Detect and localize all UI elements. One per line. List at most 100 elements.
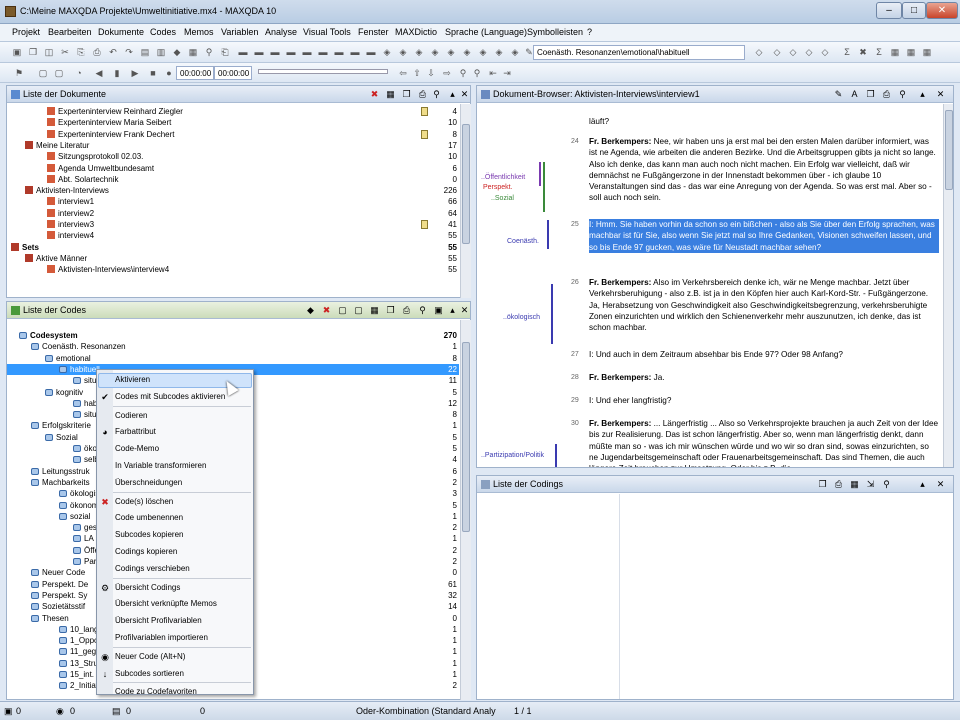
toolbar-icon-18[interactable]: ▬ [300,45,314,59]
menu-3[interactable]: Codes [150,27,176,37]
copy-icon[interactable]: ❐ [817,479,828,490]
menu-0[interactable]: Projekt [12,27,40,37]
coding-stripe[interactable] [555,444,557,467]
context-menu-item[interactable]: Codieren [115,410,147,422]
doc-row[interactable]: Experteninterview Frank Dechert [47,129,175,140]
coding-label[interactable]: ..Partizipation/Politik [481,452,544,459]
menu-1[interactable]: Bearbeiten [48,27,92,37]
menu-8[interactable]: Fenster [358,27,389,37]
toolbar-icon-21[interactable]: ▬ [348,45,362,59]
toolbar-icon-1[interactable]: ❐ [26,45,40,59]
context-menu-item[interactable]: Subcodes kopieren [115,529,184,541]
media-icon-14[interactable]: ⚲ [470,66,484,80]
code-row[interactable]: Sozial [45,432,78,443]
media-icon-15[interactable]: ⇤ [486,66,500,80]
search-icon[interactable]: ⚲ [897,89,908,100]
media-icon-0[interactable]: ⚑ [12,66,26,80]
code-row[interactable]: habituell [59,364,100,375]
toolbar-icon-9[interactable]: ▥ [154,45,168,59]
toolbar-icon-22[interactable]: ▬ [364,45,378,59]
memo-icon[interactable] [421,129,428,139]
maximize-button[interactable]: □ [902,2,926,19]
doc-row[interactable]: Experteninterview Maria Seibert [47,117,171,128]
toolbar-icon-7[interactable]: ↷ [122,45,136,59]
toolbar-icon-40[interactable]: Σ [872,45,886,59]
media-icon-9[interactable]: ⇦ [396,66,410,80]
context-menu-item[interactable]: Neuer Code (Alt+N) [115,651,185,663]
toolbar-icon-37[interactable]: ◇ [818,45,832,59]
toolbar-icon-27[interactable]: ◈ [444,45,458,59]
media-icon-4[interactable]: ◀ [92,66,106,80]
memo-icon[interactable] [421,107,428,116]
memo-icon[interactable] [421,220,428,229]
minimize-button[interactable]: – [876,2,902,19]
coding-label[interactable]: ..ökologisch [503,314,540,321]
menu-12[interactable]: ? [587,27,592,37]
memo-icon[interactable]: ▢ [337,305,348,316]
context-menu-item[interactable]: Code umbenennen [115,512,183,524]
toolbar-icon-8[interactable]: ▤ [138,45,152,59]
edit-icon[interactable]: ✎ [833,89,844,100]
context-menu-item[interactable]: Übersicht Codings [115,582,180,594]
scroll-thumb[interactable] [462,342,470,532]
code-row[interactable]: Thesen [31,613,69,624]
toolbar-icon-10[interactable]: ◆ [170,45,184,59]
code-row[interactable]: Perspekt. Sy [31,590,87,601]
coding-stripe[interactable] [551,284,553,344]
media-icon-1[interactable]: ▢ [36,66,50,80]
toolbar-icon-25[interactable]: ◈ [412,45,426,59]
toolbar-icon-12[interactable]: ⚲ [202,45,216,59]
toolbar-icon-38[interactable]: Σ [840,45,854,59]
code-row[interactable]: 15_int. b [59,669,101,680]
media-icon-10[interactable]: ⇧ [410,66,424,80]
toolbar-icon-26[interactable]: ◈ [428,45,442,59]
coding-label[interactable]: Perspekt. [483,184,513,191]
code-row[interactable]: emotional [45,353,91,364]
search-icon[interactable]: ⚲ [431,89,442,100]
print-icon[interactable]: ⎙ [401,305,412,316]
context-menu-item[interactable]: Code zu Codefavoriten [115,686,197,698]
time-field-end[interactable]: 00:00:00 [214,66,252,80]
media-icon-12[interactable]: ⇨ [440,66,454,80]
toolbar-icon-3[interactable]: ✂ [58,45,72,59]
code-icon[interactable]: ▢ [353,305,364,316]
properties-icon[interactable]: ▣ [433,305,444,316]
font-icon[interactable]: A [849,89,860,100]
toolbar-icon-2[interactable]: ◫ [42,45,56,59]
search-icon[interactable]: ⚲ [417,305,428,316]
code-row[interactable]: kognitiv [45,387,83,398]
doc-list-scrollbar[interactable] [460,104,471,298]
media-icon-13[interactable]: ⚲ [456,66,470,80]
scroll-thumb[interactable] [945,110,953,190]
coding-label[interactable]: Coenästh. [507,238,539,245]
coding-stripe[interactable] [539,162,541,186]
toolbar-icon-13[interactable]: ⎗ [218,45,232,59]
code-row[interactable]: Sozietätsstif [31,601,85,612]
time-field-start[interactable]: 00:00:00 [176,66,214,80]
active-code-combo[interactable]: Coenästh. Resonanzen\emotional\habituell [533,45,745,60]
media-icon-2[interactable]: ▢ [52,66,66,80]
doc-row[interactable]: interview3 [47,219,94,230]
toolbar-icon-34[interactable]: ◇ [770,45,784,59]
menu-11[interactable]: Symbolleisten [527,27,583,37]
toolbar-icon-14[interactable]: ▬ [236,45,250,59]
coding-stripe[interactable] [547,220,549,249]
toolbar-icon-33[interactable]: ◇ [752,45,766,59]
activate-icon[interactable]: ◆ [305,305,316,316]
menu-10[interactable]: Sprache (Language) [445,27,527,37]
toolbar-icon-5[interactable]: ⎙ [90,45,104,59]
doc-row[interactable]: interview1 [47,196,94,207]
context-menu-item[interactable]: Codes mit Subcodes aktivieren [115,391,225,403]
toolbar-icon-36[interactable]: ◇ [802,45,816,59]
copy-icon[interactable]: ❐ [401,89,412,100]
toolbar-icon-6[interactable]: ↶ [106,45,120,59]
toolbar-icon-28[interactable]: ◈ [460,45,474,59]
context-menu-item[interactable]: Profilvariablen importieren [115,632,208,644]
doc-row[interactable]: Aktive Männer [25,253,87,264]
toolbar-icon-16[interactable]: ▬ [268,45,282,59]
grid-icon[interactable]: ▦ [369,305,380,316]
context-menu-item[interactable]: In Variable transformieren [115,460,206,472]
toolbar-icon-43[interactable]: ▦ [920,45,934,59]
media-icon-16[interactable]: ⇥ [500,66,514,80]
toolbar-icon-20[interactable]: ▬ [332,45,346,59]
